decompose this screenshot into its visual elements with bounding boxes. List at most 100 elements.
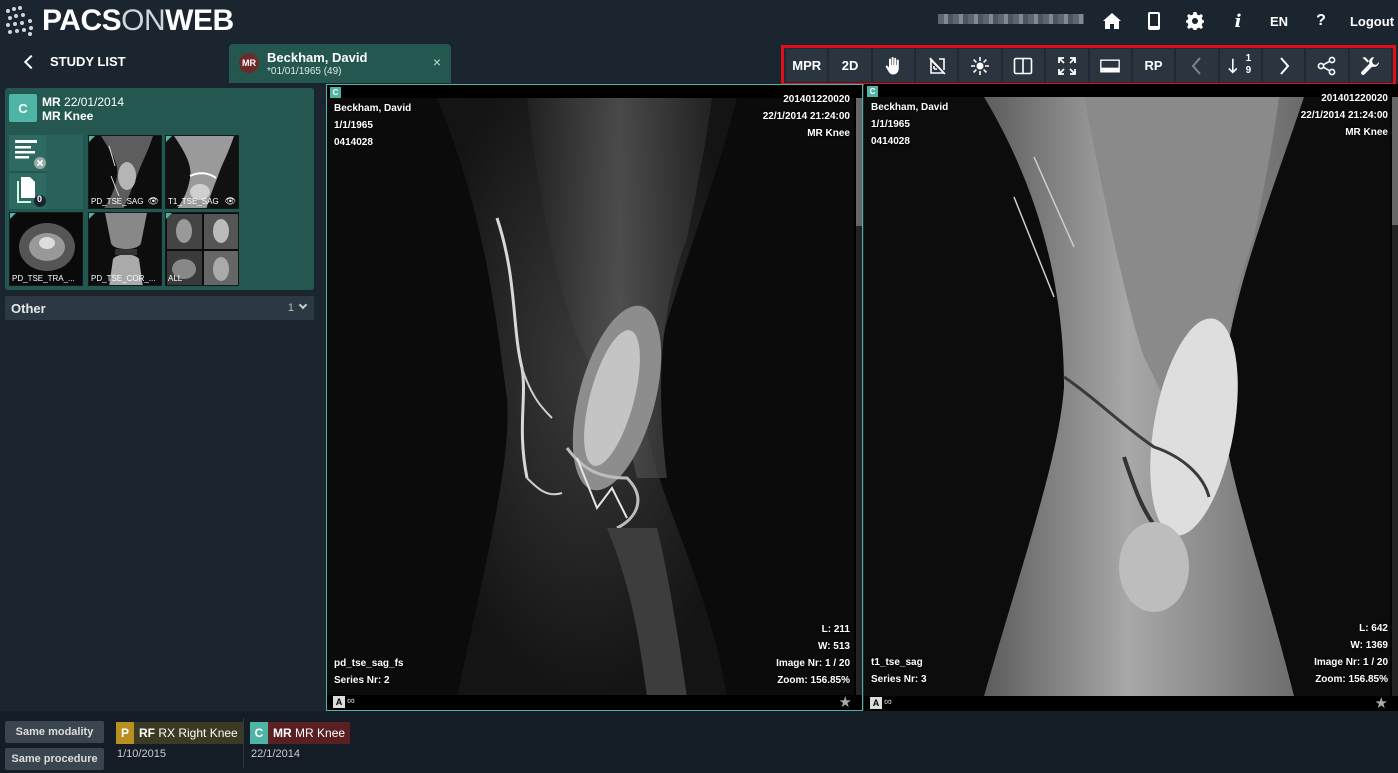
mpr-button[interactable]: MPR [786, 49, 828, 82]
series-thumbnail[interactable]: PD_TSE_TRA_... [9, 212, 83, 286]
scrollbar-thumb[interactable] [1392, 97, 1398, 225]
overlay-patient-id: 0414028 [334, 137, 373, 148]
language-button[interactable]: EN [1266, 0, 1292, 42]
settings-button[interactable] [1184, 0, 1206, 42]
mri-image-pd-sagittal[interactable] [327, 98, 854, 695]
previous-button[interactable] [1176, 49, 1218, 82]
overlay-level: L: 642 [1359, 623, 1388, 634]
link-icon[interactable]: ∞ [884, 696, 892, 708]
mri-image-t1-sagittal[interactable] [864, 97, 1390, 696]
overlay-study-desc: MR Knee [1345, 127, 1388, 138]
series-thumbnail[interactable]: PD_TSE_COR_... [88, 212, 162, 286]
measure-ruler-icon [929, 56, 946, 75]
overlay-top-left: Beckham, David 1/1/1965 0414028 [871, 99, 948, 150]
top-bar: PACSONWEB i EN ? Logout [0, 0, 1398, 42]
rp-button[interactable]: RP [1132, 49, 1175, 82]
documents-count: 0 [37, 194, 43, 204]
study-badge: C [9, 94, 37, 122]
logout-button[interactable]: Logout [1350, 0, 1394, 42]
same-procedure-button[interactable]: Same procedure [5, 748, 104, 770]
series-thumbnail[interactable]: ALL [165, 212, 239, 286]
scrollbar-thumb[interactable] [856, 98, 862, 226]
study-list-link[interactable]: STUDY LIST [22, 54, 126, 69]
measure-button[interactable] [916, 49, 958, 82]
previous-icon [1191, 56, 1201, 75]
annotation-toggle-button[interactable]: A [333, 696, 345, 708]
related-study-rf[interactable]: P RF RX Right Knee [116, 722, 243, 744]
empty-cell [46, 135, 83, 209]
overlay-accession: 201401220020 [783, 94, 850, 105]
overlay-patient-id: 0414028 [871, 136, 910, 147]
other-section-count: 1 [287, 302, 294, 314]
2d-button[interactable]: 2D [829, 49, 871, 82]
related-study-mr[interactable]: C MR MR Knee [250, 722, 351, 744]
overlay-datetime: 22/1/2014 21:24:00 [1300, 110, 1388, 121]
patient-avatar: MR [239, 53, 259, 73]
mobile-button[interactable] [1143, 0, 1165, 42]
thumbnail-corner-marker [89, 136, 95, 142]
chevron-down-icon [298, 300, 308, 310]
mobile-phone-icon [1148, 12, 1160, 30]
related-study-badge: P [116, 722, 134, 744]
close-tab-button[interactable]: × [433, 54, 441, 70]
series-label: PD_TSE_TRA_... [12, 274, 75, 283]
series-thumbnail[interactable]: PD_TSE_SAG 👁 [88, 135, 162, 209]
annotation-toggle-button[interactable]: A [870, 697, 882, 709]
home-icon [1103, 13, 1121, 29]
chevron-left-icon [23, 54, 39, 69]
overlay-series-desc: t1_tse_sag [871, 657, 923, 668]
overlay-datetime: 22/1/2014 21:24:00 [762, 111, 850, 122]
series-label: PD_TSE_COR_... [91, 274, 156, 283]
related-study-modality: MR [273, 726, 292, 740]
brightness-button[interactable] [959, 49, 1001, 82]
other-section-toggle[interactable]: Other 1 [5, 296, 314, 320]
next-button[interactable] [1262, 49, 1305, 82]
fullscreen-icon [1057, 56, 1076, 75]
fullscreen-button[interactable] [1046, 49, 1088, 82]
user-name-blurred [938, 14, 1084, 24]
overlay-bottom-left: t1_tse_sag Series Nr: 3 [871, 654, 927, 688]
series-label: PD_TSE_SAG [91, 197, 144, 206]
link-icon[interactable]: ∞ [347, 695, 355, 707]
study-card[interactable]: C MR 22/01/2014 MR Knee 0 PD_TSE_SAG 👁 T… [5, 88, 314, 290]
eye-icon: 👁 [147, 196, 159, 206]
pan-hand-icon [886, 56, 900, 74]
home-button[interactable] [1099, 0, 1125, 42]
mri-knee-t1-image [864, 97, 1390, 696]
share-button[interactable] [1306, 49, 1348, 82]
overlay-patient-name: Beckham, David [334, 103, 412, 114]
tools-button[interactable] [1349, 49, 1392, 82]
gear-icon [1186, 12, 1204, 30]
overlay-zoom: Zoom: 156.85% [1315, 674, 1388, 685]
patient-tab[interactable]: MR Beckham, David *01/01/1965 (49) × [229, 44, 451, 83]
overlay-top-right: 201401220020 22/1/2014 21:24:00 MR Knee [763, 91, 850, 142]
series-thumbnail[interactable]: T1_TSE_SAG 👁 [165, 135, 239, 209]
overlay-accession: 201401220020 [1321, 93, 1388, 104]
overlay-study-desc: MR Knee [807, 128, 850, 139]
report-list-icon [15, 140, 46, 169]
viewport-scrollbar[interactable] [856, 98, 862, 695]
star-icon[interactable]: ★ [1375, 694, 1388, 712]
layout-button[interactable] [1002, 49, 1045, 82]
pan-button[interactable] [872, 49, 915, 82]
viewport-right[interactable]: C Beckham, David 1/1/1965 0414028 201401… [864, 84, 1398, 712]
related-study-label: MR MR Knee [268, 722, 351, 744]
window-level-button[interactable] [1089, 49, 1131, 82]
overlay-width: W: 1369 [1350, 640, 1388, 651]
thumbnail-corner-marker [89, 213, 95, 219]
overlay-top-right: 201401220020 22/1/2014 21:24:00 MR Knee [1301, 90, 1388, 141]
help-button[interactable]: ? [1311, 0, 1331, 42]
viewport-scrollbar[interactable] [1392, 97, 1398, 696]
sort-top-label: 1 [1245, 53, 1252, 64]
viewport-left[interactable]: C Beckham, David 1/1/1965 0414028 201401… [326, 84, 863, 711]
patient-dob: *01/01/1965 (49) [267, 66, 342, 77]
sort-button[interactable]: 1 9 [1219, 49, 1261, 82]
overlay-bottom-left: pd_tse_sag_fs Series Nr: 2 [334, 655, 403, 689]
logo-mark-icon [4, 5, 36, 37]
divider [243, 718, 244, 768]
info-button[interactable]: i [1228, 0, 1248, 42]
other-section-label: Other [11, 301, 46, 316]
star-icon[interactable]: ★ [839, 693, 852, 711]
logo: PACSONWEB [4, 4, 234, 38]
same-modality-button[interactable]: Same modality [5, 721, 104, 743]
